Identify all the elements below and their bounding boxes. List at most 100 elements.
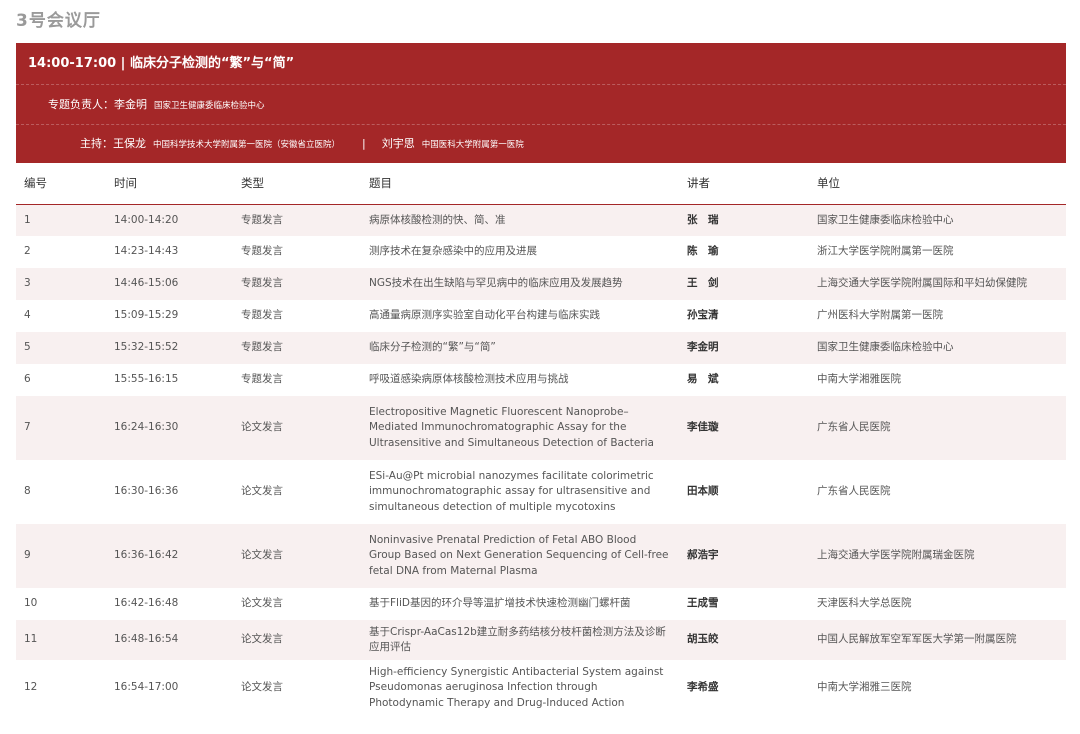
row-speaker: 胡玉皎 (679, 620, 809, 660)
row-topic: 测序技术在复杂感染中的应用及进展 (361, 236, 679, 268)
row-topic: 呼吸道感染病原体核酸检测技术应用与挑战 (361, 364, 679, 396)
header-topic: 题目 (361, 163, 679, 205)
room-title: 3号会议厅 (16, 11, 101, 31)
table-row: 9 16:36-16:42 论文发言 Noninvasive Prenatal Pre… (16, 524, 1066, 588)
host1-org: 中国科学技术大学附属第一医院（安徽省立医院） (153, 140, 341, 150)
row-time: 16:54-17:00 (106, 660, 233, 716)
row-topic: High-efficiency Synergistic Antibacteria… (361, 660, 679, 716)
table-row: 1 14:00-14:20 专题发言 病原体核酸检测的快、简、准张 瑞国家卫生健康委临… (16, 204, 1066, 236)
lead-label: 专题负责人： (48, 98, 114, 111)
schedule-table: 编号 时间 类型 题目 讲者 单位 1 14:00-14:20 专题发言 病原体核酸检… (16, 163, 1066, 716)
row-topic: 基于FliD基因的环介导等温扩增技术快速检测幽门螺杆菌 (361, 588, 679, 620)
row-speaker: 王 剑 (679, 268, 809, 300)
row-topic: 高通量病原测序实验室自动化平台构建与临床实践 (361, 300, 679, 332)
table-row: 4 15:09-15:29 专题发言 高通量病原测序实验室自动化平台构建与临床实践 孙宝… (16, 300, 1066, 332)
row-org: 国家卫生健康委临床检验中心 (809, 332, 1066, 364)
table-row: 8 16:30-16:36 论文发言 ESi-Au@Pt microbial nano… (16, 460, 1066, 524)
row-org: 浙江大学医学院附属第一医院 (809, 236, 1066, 268)
row-no: 4 (16, 300, 106, 332)
lead-org: 国家卫生健康委临床检验中心 (154, 101, 265, 111)
row-topic: 临床分子检测的“繁”与“简” (361, 332, 679, 364)
host-label: 主持： (80, 137, 113, 150)
row-org: 广东省人民医院 (809, 396, 1066, 460)
row-type: 论文发言 (233, 524, 361, 588)
table-row: 12 16:54-17:00 论文发言 High-efficiency Synergi… (16, 660, 1066, 716)
header-speaker: 讲者 (679, 163, 809, 205)
host1-name: 王保龙 (113, 137, 146, 150)
session-title: 14:00-17:00 | 临床分子检测的“繁”与“简” (16, 43, 1066, 85)
table-row: 2 14:23-14:43 专题发言 测序技术在复杂感染中的应用及进展陈 瑜浙江大学医… (16, 236, 1066, 268)
row-topic: ESi-Au@Pt microbial nanozymes facilitate… (361, 460, 679, 524)
row-no: 8 (16, 460, 106, 524)
row-type: 论文发言 (233, 460, 361, 524)
row-time: 14:00-14:20 (106, 204, 233, 236)
row-time: 16:36-16:42 (106, 524, 233, 588)
row-no: 5 (16, 332, 106, 364)
row-speaker: 李金明 (679, 332, 809, 364)
row-type: 专题发言 (233, 236, 361, 268)
row-topic: NGS技术在出生缺陷与罕见病中的临床应用及发展趋势 (361, 268, 679, 300)
row-org: 国家卫生健康委临床检验中心 (809, 204, 1066, 236)
row-no: 12 (16, 660, 106, 716)
host-separator: | (362, 137, 366, 150)
row-type: 专题发言 (233, 332, 361, 364)
row-no: 10 (16, 588, 106, 620)
row-time: 16:24-16:30 (106, 396, 233, 460)
table-row: 5 15:32-15:52 专题发言 临床分子检测的“繁”与“简” 李金明 国家卫生健康委… (16, 332, 1066, 364)
header-time: 时间 (106, 163, 233, 205)
row-org: 中南大学湘雅医院 (809, 364, 1066, 396)
row-no: 11 (16, 620, 106, 660)
row-type: 论文发言 (233, 588, 361, 620)
header-org: 单位 (809, 163, 1066, 205)
table-row: 6 15:55-16:15 专题发言 呼吸道感染病原体核酸检测技术应用与挑战易 斌中南… (16, 364, 1066, 396)
row-org: 天津医科大学总医院 (809, 588, 1066, 620)
row-org: 广州医科大学附属第一医院 (809, 300, 1066, 332)
row-type: 专题发言 (233, 364, 361, 396)
table-row: 11 16:48-16:54 论文发言 基于Crispr-AaCas12b建立耐多药结… (16, 620, 1066, 660)
row-type: 论文发言 (233, 396, 361, 460)
row-topic: Electropositive Magnetic Fluorescent Nan… (361, 396, 679, 460)
row-no: 3 (16, 268, 106, 300)
row-speaker: 郝浩宇 (679, 524, 809, 588)
row-type: 专题发言 (233, 268, 361, 300)
table-row: 3 14:46-15:06 专题发言 NGS技术在出生缺陷与罕见病中的临床应用及发展趋… (16, 268, 1066, 300)
row-type: 专题发言 (233, 300, 361, 332)
host2-org: 中国医科大学附属第一医院 (421, 140, 524, 150)
session-header: 14:00-17:00 | 临床分子检测的“繁”与“简” 专题负责人：李金明 国… (16, 43, 1066, 163)
row-speaker: 孙宝清 (679, 300, 809, 332)
row-time: 16:48-16:54 (106, 620, 233, 660)
row-time: 14:23-14:43 (106, 236, 233, 268)
row-time: 15:55-16:15 (106, 364, 233, 396)
row-org: 上海交通大学医学院附属瑞金医院 (809, 524, 1066, 588)
row-org: 广东省人民医院 (809, 460, 1066, 524)
table-row: 7 16:24-16:30 论文发言 Electropositive Magnetic… (16, 396, 1066, 460)
row-org: 上海交通大学医学院附属国际和平妇幼保健院 (809, 268, 1066, 300)
row-time: 16:30-16:36 (106, 460, 233, 524)
session-panel: 14:00-17:00 | 临床分子检测的“繁”与“简” 专题负责人：李金明 国… (16, 43, 1066, 731)
row-speaker: 田本顺 (679, 460, 809, 524)
row-topic: Noninvasive Prenatal Prediction of Fetal… (361, 524, 679, 588)
row-type: 论文发言 (233, 660, 361, 716)
row-speaker: 李佳璇 (679, 396, 809, 460)
row-org: 中国人民解放军空军军医大学第一附属医院 (809, 620, 1066, 660)
header-type: 类型 (233, 163, 361, 205)
row-no: 2 (16, 236, 106, 268)
session-host: 主持：王保龙 中国科学技术大学附属第一医院（安徽省立医院） | 刘宇思 中国医科大学… (16, 125, 1066, 163)
row-no: 7 (16, 396, 106, 460)
row-no: 9 (16, 524, 106, 588)
header-no: 编号 (16, 163, 106, 205)
row-type: 专题发言 (233, 204, 361, 236)
row-no: 6 (16, 364, 106, 396)
host2-name: 刘宇思 (381, 137, 415, 150)
row-org: 中南大学湘雅三医院 (809, 660, 1066, 716)
row-speaker: 易 斌 (679, 364, 809, 396)
row-time: 16:42-16:48 (106, 588, 233, 620)
row-speaker: 李希盛 (679, 660, 809, 716)
table-header-row: 编号 时间 类型 题目 讲者 单位 (16, 163, 1066, 205)
table-row: 10 16:42-16:48 论文发言 基于FliD基因的环介导等温扩增技术快速检测幽… (16, 588, 1066, 620)
row-speaker: 王成雪 (679, 588, 809, 620)
row-type: 论文发言 (233, 620, 361, 660)
row-speaker: 张 瑞 (679, 204, 809, 236)
row-topic: 病原体核酸检测的快、简、准 (361, 204, 679, 236)
session-lead: 专题负责人：李金明 国家卫生健康委临床检验中心 (16, 85, 1066, 125)
